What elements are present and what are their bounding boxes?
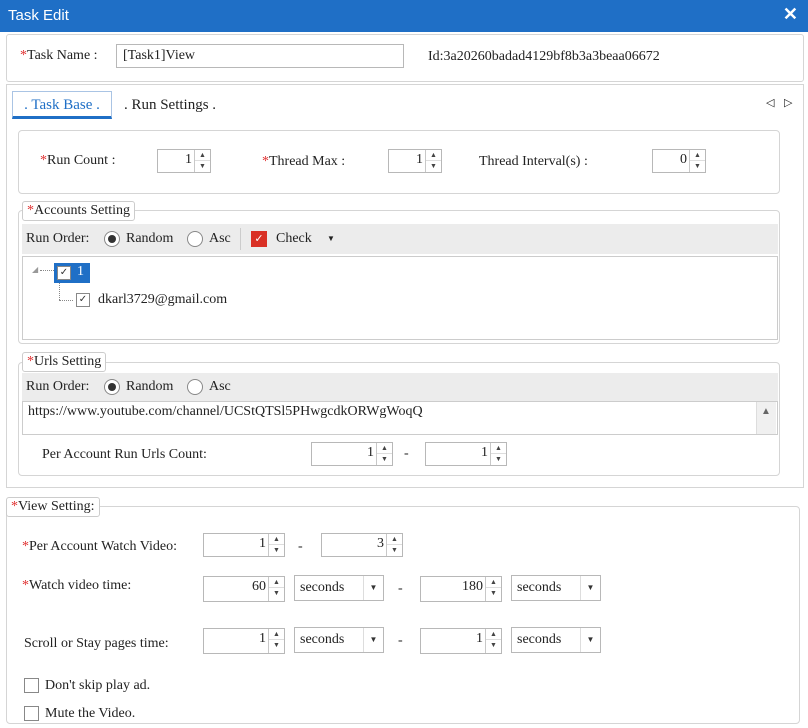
watch-video-min-stepper[interactable]: 1 ▲ ▼ <box>203 533 285 557</box>
scroll-time-min-unit-select[interactable]: seconds ▼ <box>294 627 384 653</box>
increment-icon[interactable]: ▲ <box>387 534 402 545</box>
urls-random-label: Random <box>126 379 174 394</box>
urls-count-max-stepper[interactable]: 1 ▲ ▼ <box>425 442 507 466</box>
chevron-down-icon[interactable]: ▼ <box>580 628 600 652</box>
decrement-icon[interactable]: ▼ <box>690 161 705 172</box>
chevron-down-icon[interactable]: ▼ <box>363 576 383 600</box>
range-dash: - <box>298 539 303 554</box>
task-id-text: Id:3a20260badad4129bf8b3a3beaa06672 <box>428 49 660 64</box>
decrement-icon[interactable]: ▼ <box>491 454 506 465</box>
decrement-icon[interactable]: ▼ <box>486 588 501 599</box>
range-dash: - <box>398 581 403 596</box>
range-dash: - <box>404 446 409 461</box>
scroll-time-max-stepper[interactable]: 1 ▲ ▼ <box>420 628 502 654</box>
task-name-label: *Task Name : <box>20 48 98 63</box>
watch-time-max-stepper[interactable]: 180 ▲ ▼ <box>420 576 502 602</box>
decrement-icon[interactable]: ▼ <box>377 454 392 465</box>
increment-icon[interactable]: ▲ <box>690 150 705 161</box>
watch-time-max-unit-select[interactable]: seconds ▼ <box>511 575 601 601</box>
check-label[interactable]: Check <box>276 231 312 247</box>
increment-icon[interactable]: ▲ <box>195 150 210 161</box>
thread-max-label: *Thread Max : <box>262 154 346 169</box>
urls-run-order-label: Run Order: <box>26 379 90 394</box>
tree-line <box>59 300 73 301</box>
skip-ad-label[interactable]: Don't skip play ad. <box>45 678 150 694</box>
tree-child-label: dkarl3729@gmail.com <box>98 292 228 307</box>
decrement-icon[interactable]: ▼ <box>387 545 402 556</box>
mute-checkbox[interactable] <box>24 706 39 721</box>
tab-scroll-left-icon[interactable]: ◁ <box>766 96 774 109</box>
range-dash: - <box>398 633 403 648</box>
watch-video-max-stepper[interactable]: 3 ▲ ▼ <box>321 533 403 557</box>
increment-icon[interactable]: ▲ <box>426 150 441 161</box>
increment-icon[interactable]: ▲ <box>269 629 284 640</box>
scroll-time-label: Scroll or Stay pages time: <box>24 636 169 651</box>
decrement-icon[interactable]: ▼ <box>426 161 441 172</box>
tree-root-label: 1 <box>77 264 84 279</box>
scroll-time-min-stepper[interactable]: 1 ▲ ▼ <box>203 628 285 654</box>
tree-child-checkbox[interactable]: ✓ <box>76 293 90 307</box>
urls-asc-radio[interactable] <box>187 379 203 395</box>
urls-asc-label: Asc <box>209 379 231 394</box>
tree-line <box>59 283 60 300</box>
increment-icon[interactable]: ▲ <box>269 534 284 545</box>
watch-time-min-unit-select[interactable]: seconds ▼ <box>294 575 384 601</box>
increment-icon[interactable]: ▲ <box>269 577 284 588</box>
task-name-input[interactable]: [Task1]View <box>116 44 404 68</box>
watch-video-label: *Per Account Watch Video: <box>22 539 177 554</box>
decrement-icon[interactable]: ▼ <box>269 640 284 651</box>
accounts-asc-label: Asc <box>209 231 231 246</box>
tab-run-settings[interactable]: . Run Settings . <box>120 91 220 119</box>
per-account-urls-label: Per Account Run Urls Count: <box>42 447 207 462</box>
increment-icon[interactable]: ▲ <box>377 443 392 454</box>
tab-task-base[interactable]: . Task Base . <box>12 91 112 119</box>
thread-max-stepper[interactable]: 1 ▲ ▼ <box>388 149 442 173</box>
check-dropdown-icon[interactable]: ▼ <box>327 234 335 243</box>
decrement-icon[interactable]: ▼ <box>269 588 284 599</box>
chevron-down-icon[interactable]: ▼ <box>363 628 383 652</box>
accounts-run-order-label: Run Order: <box>26 231 90 246</box>
decrement-icon[interactable]: ▼ <box>195 161 210 172</box>
tree-root-checkbox[interactable]: ✓ <box>57 266 71 280</box>
thread-interval-stepper[interactable]: 0 ▲ ▼ <box>652 149 706 173</box>
tree-expander-icon[interactable]: ◢ <box>32 265 38 274</box>
urls-legend: *Urls Setting <box>22 352 107 372</box>
decrement-icon[interactable]: ▼ <box>269 545 284 556</box>
urls-count-min-stepper[interactable]: 1 ▲ ▼ <box>311 442 393 466</box>
tab-scroll-right-icon[interactable]: ▷ <box>784 96 792 109</box>
increment-icon[interactable]: ▲ <box>486 629 501 640</box>
watch-time-min-stepper[interactable]: 60 ▲ ▼ <box>203 576 285 602</box>
scroll-time-max-unit-select[interactable]: seconds ▼ <box>511 627 601 653</box>
mute-label[interactable]: Mute the Video. <box>45 706 135 722</box>
watch-time-label: *Watch video time: <box>22 578 132 593</box>
run-count-label: *Run Count : <box>40 153 116 168</box>
accounts-random-radio[interactable] <box>104 231 120 247</box>
thread-interval-label: Thread Interval(s) : <box>479 154 588 169</box>
skip-ad-checkbox[interactable] <box>24 678 39 693</box>
check-icon[interactable]: ✓ <box>251 231 267 247</box>
window-title: Task Edit <box>8 7 69 24</box>
run-count-stepper[interactable]: 1 ▲ ▼ <box>157 149 211 173</box>
accounts-legend: *Accounts Setting <box>22 201 136 221</box>
title-bar: Task Edit ✕ <box>0 0 808 32</box>
scroll-up-icon[interactable]: ▲ <box>761 406 771 417</box>
urls-random-radio[interactable] <box>104 379 120 395</box>
close-icon[interactable]: ✕ <box>783 4 798 25</box>
chevron-down-icon[interactable]: ▼ <box>580 576 600 600</box>
increment-icon[interactable]: ▲ <box>486 577 501 588</box>
accounts-random-label: Random <box>126 231 174 246</box>
url-text: https://www.youtube.com/channel/UCStQTSl… <box>28 404 423 419</box>
increment-icon[interactable]: ▲ <box>491 443 506 454</box>
decrement-icon[interactable]: ▼ <box>486 640 501 651</box>
toolbar-divider <box>240 228 241 250</box>
required-mark: * <box>20 48 27 63</box>
accounts-asc-radio[interactable] <box>187 231 203 247</box>
tree-line <box>40 270 54 271</box>
view-setting-legend: *View Setting: <box>6 497 100 517</box>
